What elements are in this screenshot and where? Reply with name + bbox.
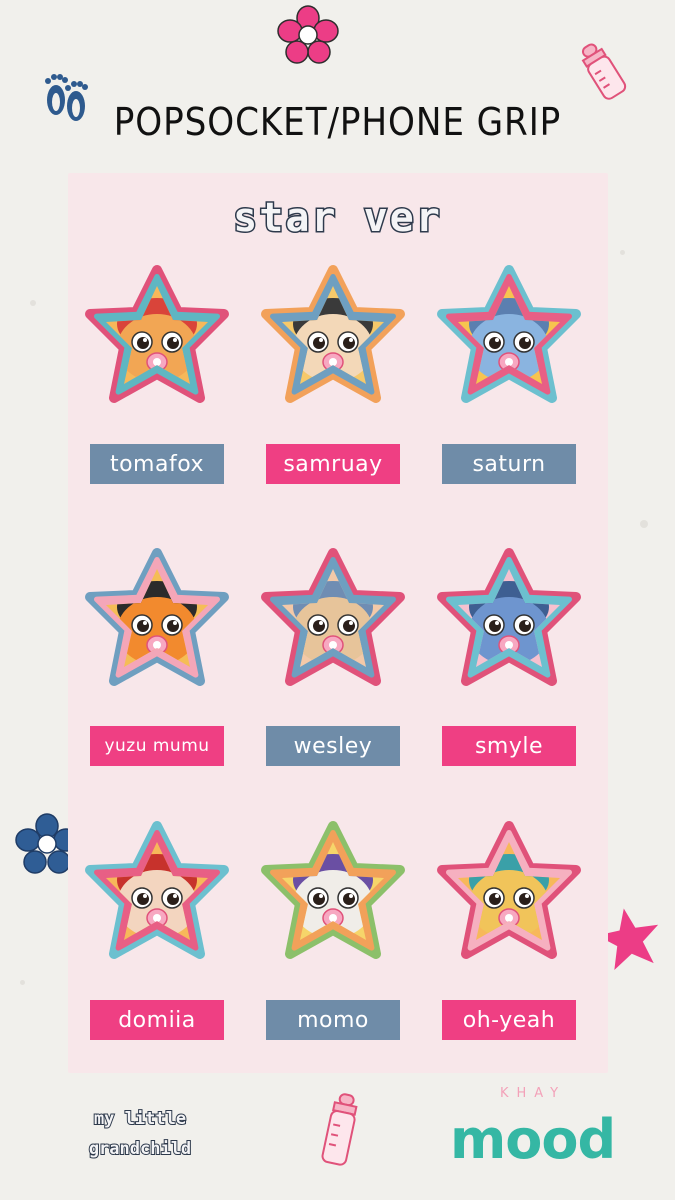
- character-card[interactable]: [258, 545, 408, 695]
- character-card[interactable]: [82, 262, 232, 412]
- character-card[interactable]: [258, 818, 408, 968]
- character-card[interactable]: [258, 262, 408, 412]
- character-card[interactable]: [434, 545, 584, 695]
- character-card[interactable]: [434, 262, 584, 412]
- character-name-label: yuzu mumu: [90, 726, 224, 766]
- popsocket-star-icon: [261, 265, 405, 403]
- popsocket-star-icon: [437, 265, 581, 403]
- character-name-label: domiia: [90, 1000, 224, 1040]
- tagline-line-2: grandchild: [88, 1138, 192, 1160]
- popsocket-star-icon: [437, 821, 581, 959]
- popsocket-star-icon: [85, 265, 229, 403]
- tagline-line-1: my little: [93, 1108, 187, 1130]
- character-card[interactable]: [82, 545, 232, 695]
- character-card[interactable]: [82, 818, 232, 968]
- character-name-label: saturn: [442, 444, 576, 484]
- paper-texture-speck: [640, 520, 648, 528]
- version-subtitle: star ver: [232, 194, 442, 243]
- paper-texture-speck: [620, 250, 625, 255]
- character-card[interactable]: [434, 818, 584, 968]
- brand-logo: mood: [450, 1108, 616, 1171]
- paper-texture-speck: [20, 980, 25, 985]
- character-name-label: smyle: [442, 726, 576, 766]
- popsocket-star-icon: [437, 548, 581, 686]
- character-name-label: wesley: [266, 726, 400, 766]
- tagline: my little grandchild: [70, 1104, 210, 1164]
- popsocket-star-icon: [261, 548, 405, 686]
- pink-flower-icon: [277, 5, 339, 64]
- character-name-label: tomafox: [90, 444, 224, 484]
- brand-name-top: KHAY: [499, 1086, 567, 1101]
- paper-texture-speck: [30, 300, 36, 306]
- baby-bottle-icon: [581, 43, 627, 100]
- character-name-label: oh-yeah: [442, 1000, 576, 1040]
- character-name-label: momo: [266, 1000, 400, 1040]
- popsocket-star-icon: [85, 548, 229, 686]
- popsocket-star-icon: [85, 821, 229, 959]
- popsocket-star-icon: [261, 821, 405, 959]
- page-title: POPSOCKET/PHONE GRIP: [113, 100, 562, 144]
- baby-bottle-icon: [321, 1093, 358, 1166]
- character-name-label: samruay: [266, 444, 400, 484]
